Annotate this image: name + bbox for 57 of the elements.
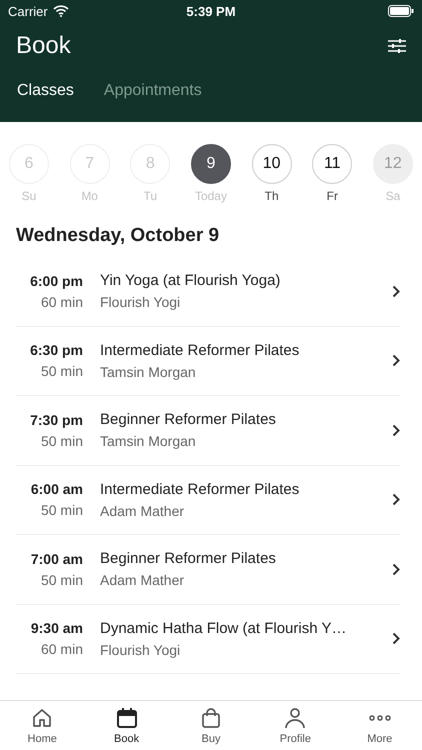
class-name[interactable]: Dynamic Hatha Flow (at Flourish Y… [100,620,392,637]
battery-icon [388,5,414,17]
filter-icon[interactable] [388,38,406,54]
class-name[interactable]: Beginner Reformer Pilates [100,411,392,428]
class-duration: 60 min [40,294,83,310]
class-duration: 60 min [40,641,83,658]
tab[interactable]: Appointments [104,74,202,108]
tab[interactable]: Classes [17,74,74,108]
tab-bar-item[interactable]: More [344,701,415,750]
class-time: 7:30 pm [30,412,83,428]
instructor-name: Adam Mather [100,572,186,588]
chevron-icon[interactable] [392,493,400,506]
instructor-name: Tamsin Morgan [100,433,197,450]
tab-bar-item[interactable]: Book [92,701,162,750]
wifi-icon [52,5,69,17]
tab-bar-item[interactable]: Profile [260,701,330,750]
class-name[interactable]: Intermediate Reformer Pilates [100,342,392,359]
day-label: Tu [144,189,158,203]
day-label: Fr [326,189,338,203]
chevron-icon[interactable] [392,284,400,298]
day-button[interactable]: 9 [190,144,231,184]
day-label: Today [194,189,227,203]
instructor-name: Flourish Yogi [100,294,182,310]
chevron-icon[interactable] [392,562,400,576]
day-label: Th [264,189,279,203]
instructor-name: Flourish Yogi [100,642,182,658]
chevron-icon[interactable] [392,354,400,368]
class-duration: 50 min [40,572,83,588]
class-time: 6:00 am [30,481,83,498]
class-duration: 50 min [40,363,83,380]
person-icon [283,706,308,730]
instructor-name: Tamsin Morgan [100,364,197,380]
chevron-icon[interactable] [392,632,400,646]
chevron-icon[interactable] [392,424,400,437]
page-title: Book [16,32,71,60]
class-time: 6:30 pm [30,342,83,358]
class-duration: 50 min [40,502,83,518]
tab-bar-item[interactable]: Buy [176,701,246,750]
tab-bar-item[interactable]: Home [7,701,78,750]
instructor-name: Adam Mather [100,502,186,519]
date-heading: Wednesday, October 9 [15,224,220,248]
day-button[interactable]: 11 [312,144,352,184]
class-name[interactable]: Intermediate Reformer Pilates [100,480,392,498]
class-time: 7:00 am [30,550,83,567]
day-label: Mo [81,189,98,203]
day-label: Su [22,189,36,203]
day-label: Sa [386,189,400,203]
day-button[interactable]: 10 [252,144,292,184]
class-duration: 50 min [40,432,83,449]
carrier-name: Carrier [8,4,48,18]
more-icon [368,715,391,721]
class-name[interactable]: Yin Yoga (at Flourish Yoga) [100,272,392,290]
class-name[interactable]: Beginner Reformer Pilates [100,550,392,568]
status-time: 5:39 PM [186,4,236,18]
class-time: 6:00 pm [30,272,83,289]
class-time: 9:30 am [30,620,83,636]
calendar-icon [114,706,139,730]
